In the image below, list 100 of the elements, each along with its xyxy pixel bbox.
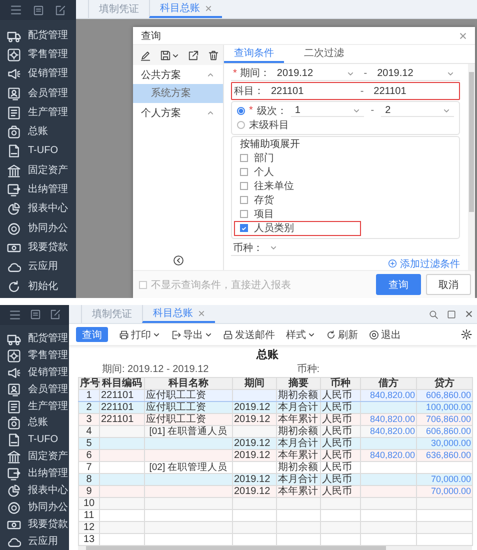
sidebar-item[interactable]: T-UFO [0, 142, 76, 162]
edit-icon[interactable] [55, 4, 66, 16]
column-header[interactable]: 科目编码 [100, 378, 144, 390]
checkbox[interactable] [240, 168, 248, 176]
column-header[interactable]: 借方 [360, 378, 416, 390]
toolbar-button[interactable]: 导出 [171, 328, 212, 342]
cancel-button[interactable]: 取消 [426, 274, 471, 295]
sidebar-item[interactable]: 生产管理 [0, 103, 76, 122]
dropdown-field[interactable]: 2 [381, 104, 454, 117]
field-label: 币种： [233, 242, 263, 255]
column-header[interactable]: 摘要 [276, 378, 320, 390]
toolbar-button[interactable]: 发送邮件 [223, 328, 275, 342]
maximize-icon[interactable] [447, 310, 456, 318]
checkbox[interactable] [240, 182, 248, 190]
dropdown-field[interactable]: 2019.12 [373, 68, 458, 79]
scheme-group[interactable]: 个人方案 [133, 103, 223, 122]
table-row[interactable]: 5 2019.12 本月合计 人民币 30,000.00 [78, 438, 472, 450]
dropdown-field[interactable]: 2019.12 [272, 68, 358, 79]
checkbox[interactable] [240, 154, 248, 162]
sidebar-item[interactable]: 我要贷款 [0, 238, 76, 258]
table-row[interactable]: 1 221101 应付职工工资 期初余额 人民币 840,820.00 606,860.00 [78, 390, 472, 402]
menu-icon[interactable] [8, 308, 20, 321]
sidebar-item[interactable]: 促销管理 [0, 364, 69, 382]
checkbox-label: 个人 [254, 166, 274, 179]
document-icon[interactable] [30, 309, 40, 320]
column-header[interactable]: 币种 [320, 378, 360, 390]
sidebar-item[interactable]: 固定资产 [0, 448, 69, 466]
sidebar-item[interactable]: 会员管理 [0, 381, 69, 398]
toolbar-button[interactable]: 刷新 [326, 328, 358, 342]
table-row[interactable]: 11 [78, 510, 472, 522]
tab[interactable]: 查询条件 [224, 45, 284, 63]
sidebar-item[interactable]: 配货管理 [0, 330, 69, 348]
close-icon[interactable] [198, 310, 205, 316]
column-header[interactable]: 期间 [232, 378, 276, 390]
sidebar-item[interactable]: 总账 [0, 122, 76, 142]
column-header[interactable]: 科目名称 [144, 378, 232, 390]
sidebar-item[interactable]: 零售管理 [0, 347, 69, 364]
column-header[interactable]: 贷方 [416, 378, 472, 390]
sidebar-item[interactable]: 配货管理 [0, 26, 76, 46]
checkbox[interactable] [240, 210, 248, 218]
save-menu-button[interactable] [160, 50, 179, 60]
radio-button[interactable] [237, 120, 245, 129]
sidebar-item[interactable]: 云应用 [0, 258, 76, 277]
toolbar-button[interactable]: 打印 [119, 328, 160, 342]
close-icon[interactable] [205, 4, 212, 12]
sidebar-item[interactable]: 报表中心 [0, 200, 76, 219]
export-icon[interactable] [188, 50, 199, 60]
table-row[interactable]: 3 221101 应付职工工资 2019.12 本年累计 人民币 840,820.00 706,860.00 [78, 414, 472, 426]
scrollbar[interactable] [78, 546, 472, 550]
table-row[interactable]: 4 [01] 在职普通人员 期初余额 人民币 840,820.00 606,860.00 [78, 426, 472, 438]
menu-icon[interactable] [10, 4, 22, 16]
table-row[interactable]: 12 [78, 522, 472, 534]
query-button[interactable]: 查询 [76, 327, 108, 342]
radio-button[interactable] [237, 106, 245, 115]
table-row[interactable]: 7 [02] 在职管理人员 期初余额 人民币 [78, 462, 472, 474]
sidebar-item[interactable]: 报表中心 [0, 482, 69, 500]
collapse-icon[interactable] [172, 254, 184, 266]
text-field[interactable]: 221101 [267, 86, 354, 96]
close-icon[interactable] [459, 32, 467, 40]
sidebar-item[interactable]: 出纳管理 [0, 466, 69, 483]
sidebar-item[interactable]: 总账 [0, 414, 69, 432]
dropdown-field[interactable]: 1 [290, 104, 364, 117]
sidebar-item[interactable]: T-UFO [0, 432, 69, 449]
checkbox[interactable] [139, 280, 147, 288]
scrollbar[interactable] [468, 64, 475, 270]
scheme-item[interactable]: 系统方案 [133, 84, 223, 103]
sidebar-item[interactable]: 我要贷款 [0, 516, 69, 534]
sidebar-item[interactable]: 协同办公 [0, 499, 69, 516]
sidebar-item[interactable]: 初始化 [0, 276, 76, 296]
table-row[interactable]: 9 2019.12 本年累计 人民币 70,000.00 [78, 486, 472, 498]
query-button[interactable]: 查询 [376, 274, 421, 295]
table-row[interactable]: 10 [78, 498, 472, 510]
checkbox[interactable] [240, 224, 248, 232]
sidebar-item[interactable]: 促销管理 [0, 64, 76, 84]
pencil-icon[interactable] [140, 50, 151, 60]
refresh-icon [326, 330, 336, 340]
sidebar-item[interactable]: 协同办公 [0, 218, 76, 238]
sidebar-item[interactable]: 会员管理 [0, 84, 76, 104]
table-row[interactable]: 13 [78, 534, 472, 546]
tab[interactable]: 二次过滤 [294, 45, 354, 63]
document-icon[interactable] [32, 4, 44, 16]
sidebar-item[interactable]: 零售管理 [0, 45, 76, 65]
table-row[interactable]: 2 221101 应付职工工资 2019.12 本月合计 人民币 100,000.00 [78, 402, 472, 414]
scheme-group[interactable]: 公共方案 [133, 65, 223, 84]
text-field[interactable]: 221101 [370, 86, 457, 96]
checkbox[interactable] [240, 196, 248, 204]
table-row[interactable]: 6 2019.12 本年累计 人民币 840,820.00 636,860.00 [78, 450, 472, 462]
column-header[interactable]: 序号 [78, 378, 100, 390]
close-icon[interactable] [465, 310, 473, 318]
search-icon[interactable] [429, 310, 438, 318]
toolbar-button[interactable]: 样式 [286, 328, 315, 342]
edit-icon[interactable] [50, 309, 60, 320]
sidebar-item[interactable]: 固定资产 [0, 161, 76, 180]
toolbar-button[interactable]: 退出 [369, 328, 401, 342]
sidebar-item[interactable]: 生产管理 [0, 398, 69, 415]
sidebar-item[interactable]: 云应用 [0, 533, 69, 550]
table-row[interactable]: 8 2019.12 本月合计 人民币 70,000.00 [78, 474, 472, 486]
trash-icon[interactable] [208, 50, 219, 60]
add-filter-link[interactable]: 添加过滤条件 [388, 256, 460, 271]
sidebar-item[interactable]: 出纳管理 [0, 180, 76, 200]
